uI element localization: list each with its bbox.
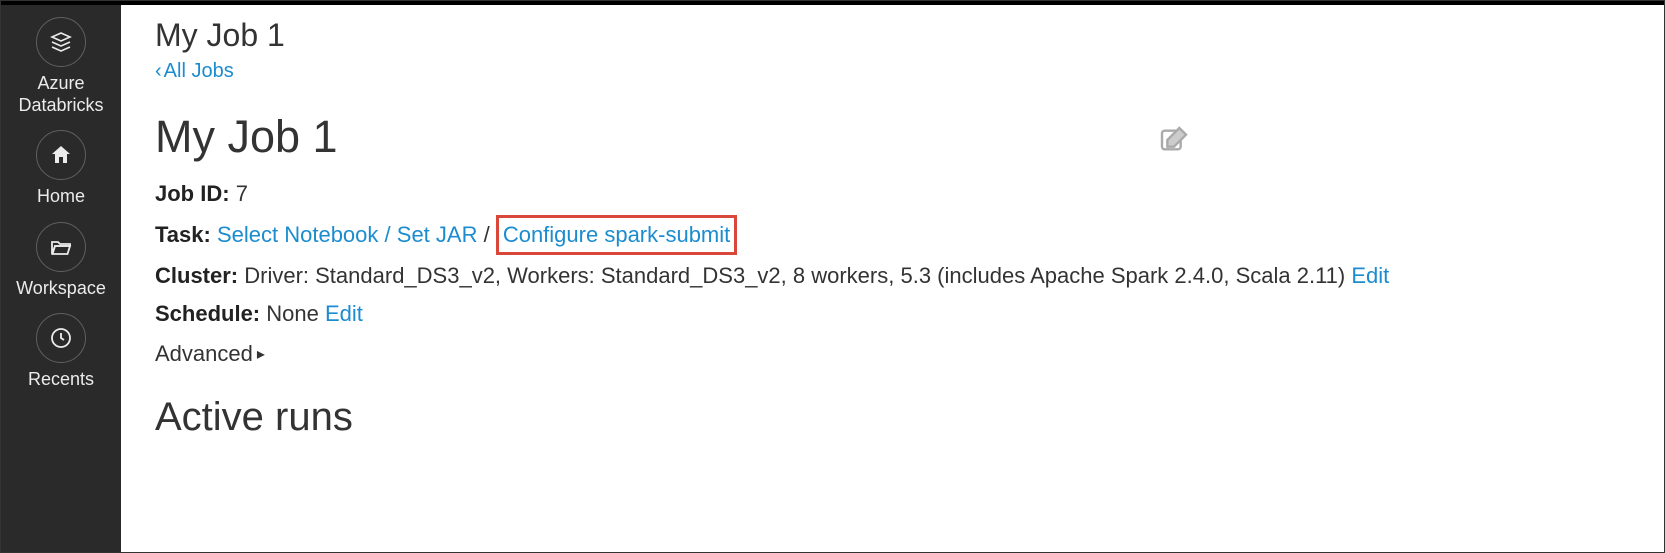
cluster-line: Cluster: Driver: Standard_DS3_v2, Worker…	[155, 259, 1630, 293]
caret-right-icon: ▸	[257, 344, 265, 364]
sidebar-item-label: Workspace	[16, 278, 106, 300]
cluster-value: Driver: Standard_DS3_v2, Workers: Standa…	[244, 263, 1345, 288]
sidebar-item-brand[interactable]: Azure Databricks	[1, 17, 121, 116]
folder-open-icon	[36, 222, 86, 272]
edit-title-button[interactable]	[1158, 124, 1190, 161]
main-content: My Job 1 ‹ All Jobs My Job 1 Job ID: 7 T…	[121, 5, 1664, 552]
sidebar-item-label: Recents	[28, 369, 94, 391]
home-icon	[36, 130, 86, 180]
task-label: Task:	[155, 222, 211, 247]
sidebar-item-workspace[interactable]: Workspace	[1, 222, 121, 300]
active-runs-heading: Active runs	[155, 395, 1630, 440]
pencil-square-icon	[1158, 143, 1190, 160]
sidebar: Azure Databricks Home Workspace	[1, 5, 121, 552]
schedule-value: None	[266, 301, 319, 326]
app-layout: Azure Databricks Home Workspace	[1, 5, 1664, 552]
configure-spark-submit-link[interactable]: Configure spark-submit	[503, 222, 730, 247]
sidebar-item-label: Home	[37, 186, 85, 208]
schedule-label: Schedule:	[155, 301, 260, 326]
job-id-label: Job ID:	[155, 181, 230, 206]
job-title: My Job 1	[155, 111, 338, 163]
advanced-toggle[interactable]: Advanced ▸	[155, 341, 265, 367]
schedule-line: Schedule: None Edit	[155, 297, 1630, 331]
job-id-line: Job ID: 7	[155, 177, 1630, 211]
configure-spark-submit-highlight: Configure spark-submit	[496, 215, 737, 255]
breadcrumb-title: My Job 1	[155, 17, 1630, 54]
task-separator: /	[484, 222, 496, 247]
task-separator: /	[385, 222, 397, 247]
task-line: Task: Select Notebook / Set JAR / Config…	[155, 215, 1630, 255]
back-link-label: All Jobs	[164, 60, 234, 83]
back-to-all-jobs-link[interactable]: ‹ All Jobs	[155, 60, 234, 83]
cluster-edit-link[interactable]: Edit	[1351, 263, 1389, 288]
sidebar-item-recents[interactable]: Recents	[1, 313, 121, 391]
set-jar-link[interactable]: Set JAR	[397, 222, 478, 247]
sidebar-item-home[interactable]: Home	[1, 130, 121, 208]
select-notebook-link[interactable]: Select Notebook	[217, 222, 378, 247]
clock-icon	[36, 313, 86, 363]
cluster-label: Cluster:	[155, 263, 238, 288]
sidebar-item-label: Azure Databricks	[1, 73, 121, 116]
schedule-edit-link[interactable]: Edit	[325, 301, 363, 326]
job-id-value: 7	[236, 181, 248, 206]
chevron-left-icon: ‹	[155, 60, 162, 83]
databricks-logo-icon	[36, 17, 86, 67]
advanced-label: Advanced	[155, 341, 253, 367]
